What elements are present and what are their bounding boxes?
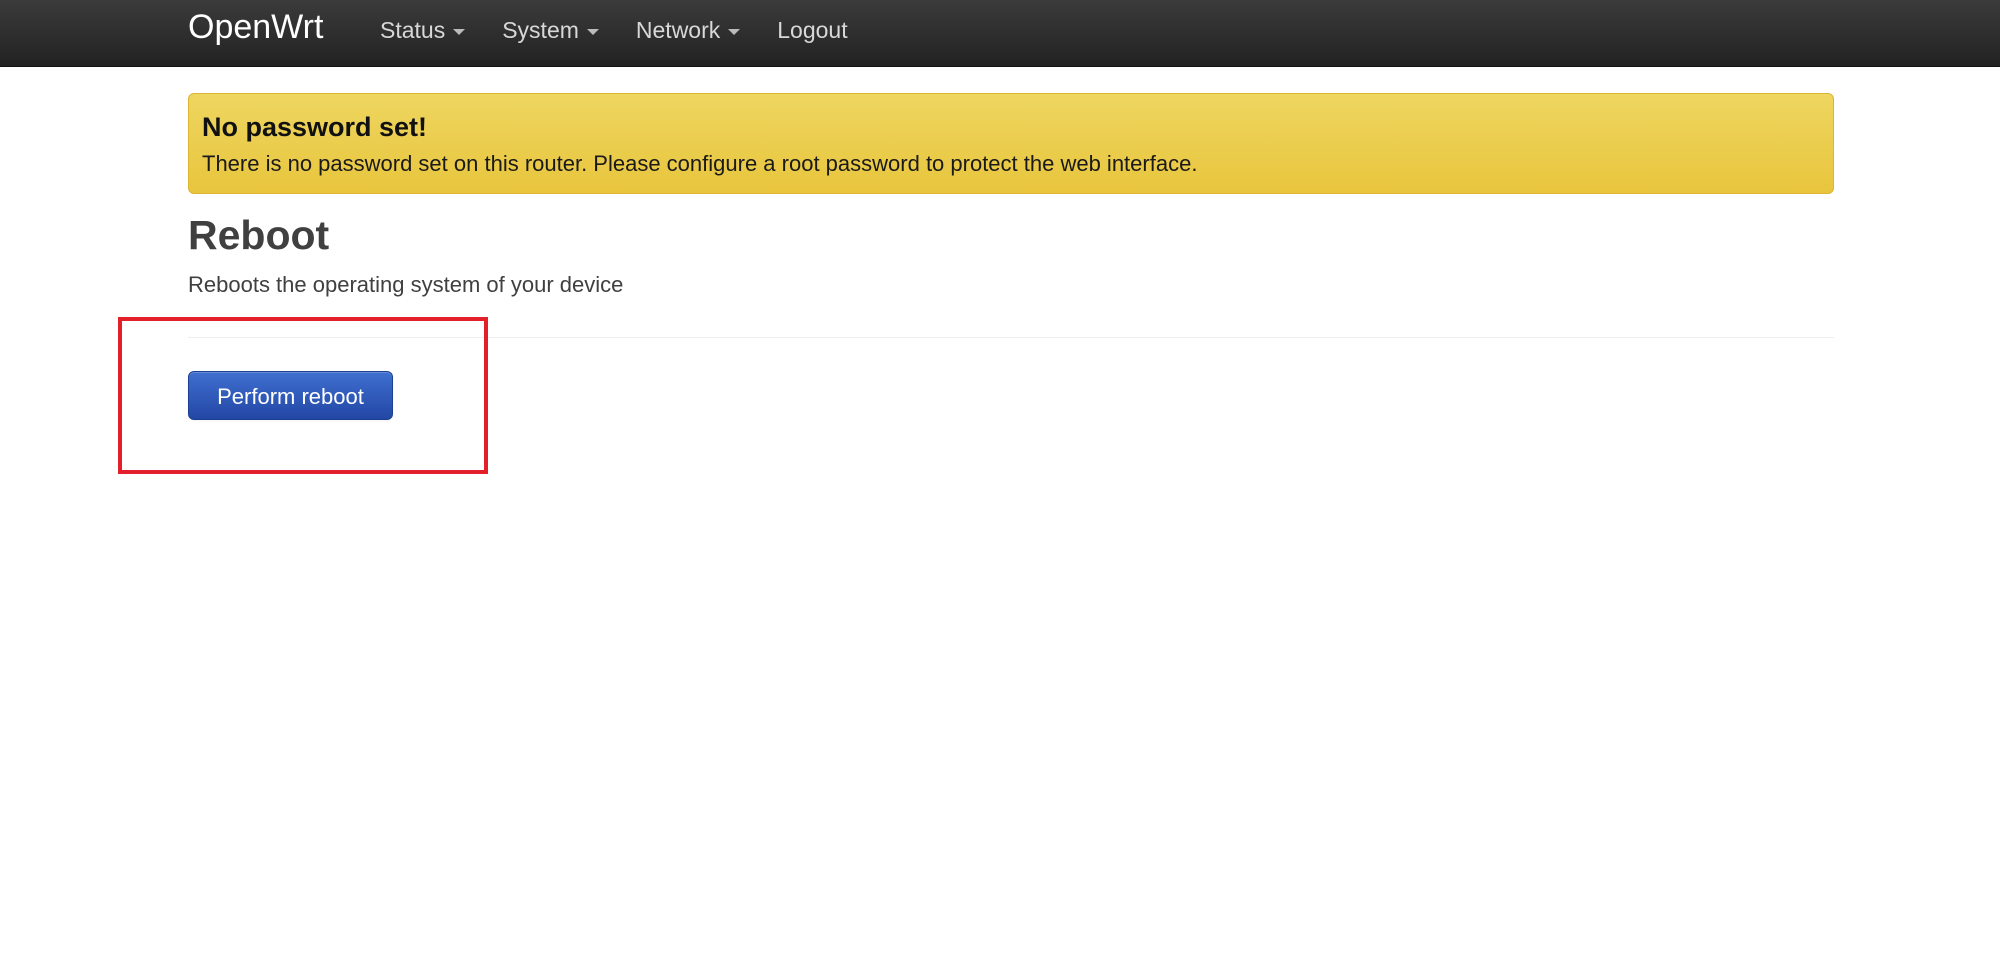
- page-description: Reboots the operating system of your dev…: [188, 272, 624, 297]
- menu-status-label: Status: [380, 16, 446, 43]
- alert-text: There is no password set on this router.…: [202, 151, 1198, 176]
- caret-down-icon: [586, 28, 599, 35]
- alert-title: No password set!: [202, 112, 428, 142]
- main-menu: Status System Network Logout: [380, 0, 885, 60]
- no-password-alert: No password set! There is no password se…: [188, 93, 1834, 194]
- caret-down-icon: [728, 28, 741, 35]
- menu-system-label: System: [502, 16, 579, 43]
- perform-reboot-button[interactable]: Perform reboot: [188, 371, 393, 420]
- top-navbar: OpenWrt Status System Network Logout: [0, 0, 2000, 67]
- caret-down-icon: [453, 28, 466, 35]
- section-divider: [188, 337, 1834, 338]
- menu-logout[interactable]: Logout: [777, 17, 847, 44]
- menu-network-label: Network: [635, 16, 721, 43]
- menu-status[interactable]: Status: [380, 16, 466, 44]
- menu-system[interactable]: System: [502, 17, 599, 44]
- menu-logout-label: Logout: [777, 16, 848, 43]
- brand-logo[interactable]: OpenWrt: [188, 8, 323, 47]
- menu-network[interactable]: Network: [635, 16, 741, 44]
- page-title: Reboot: [188, 212, 330, 258]
